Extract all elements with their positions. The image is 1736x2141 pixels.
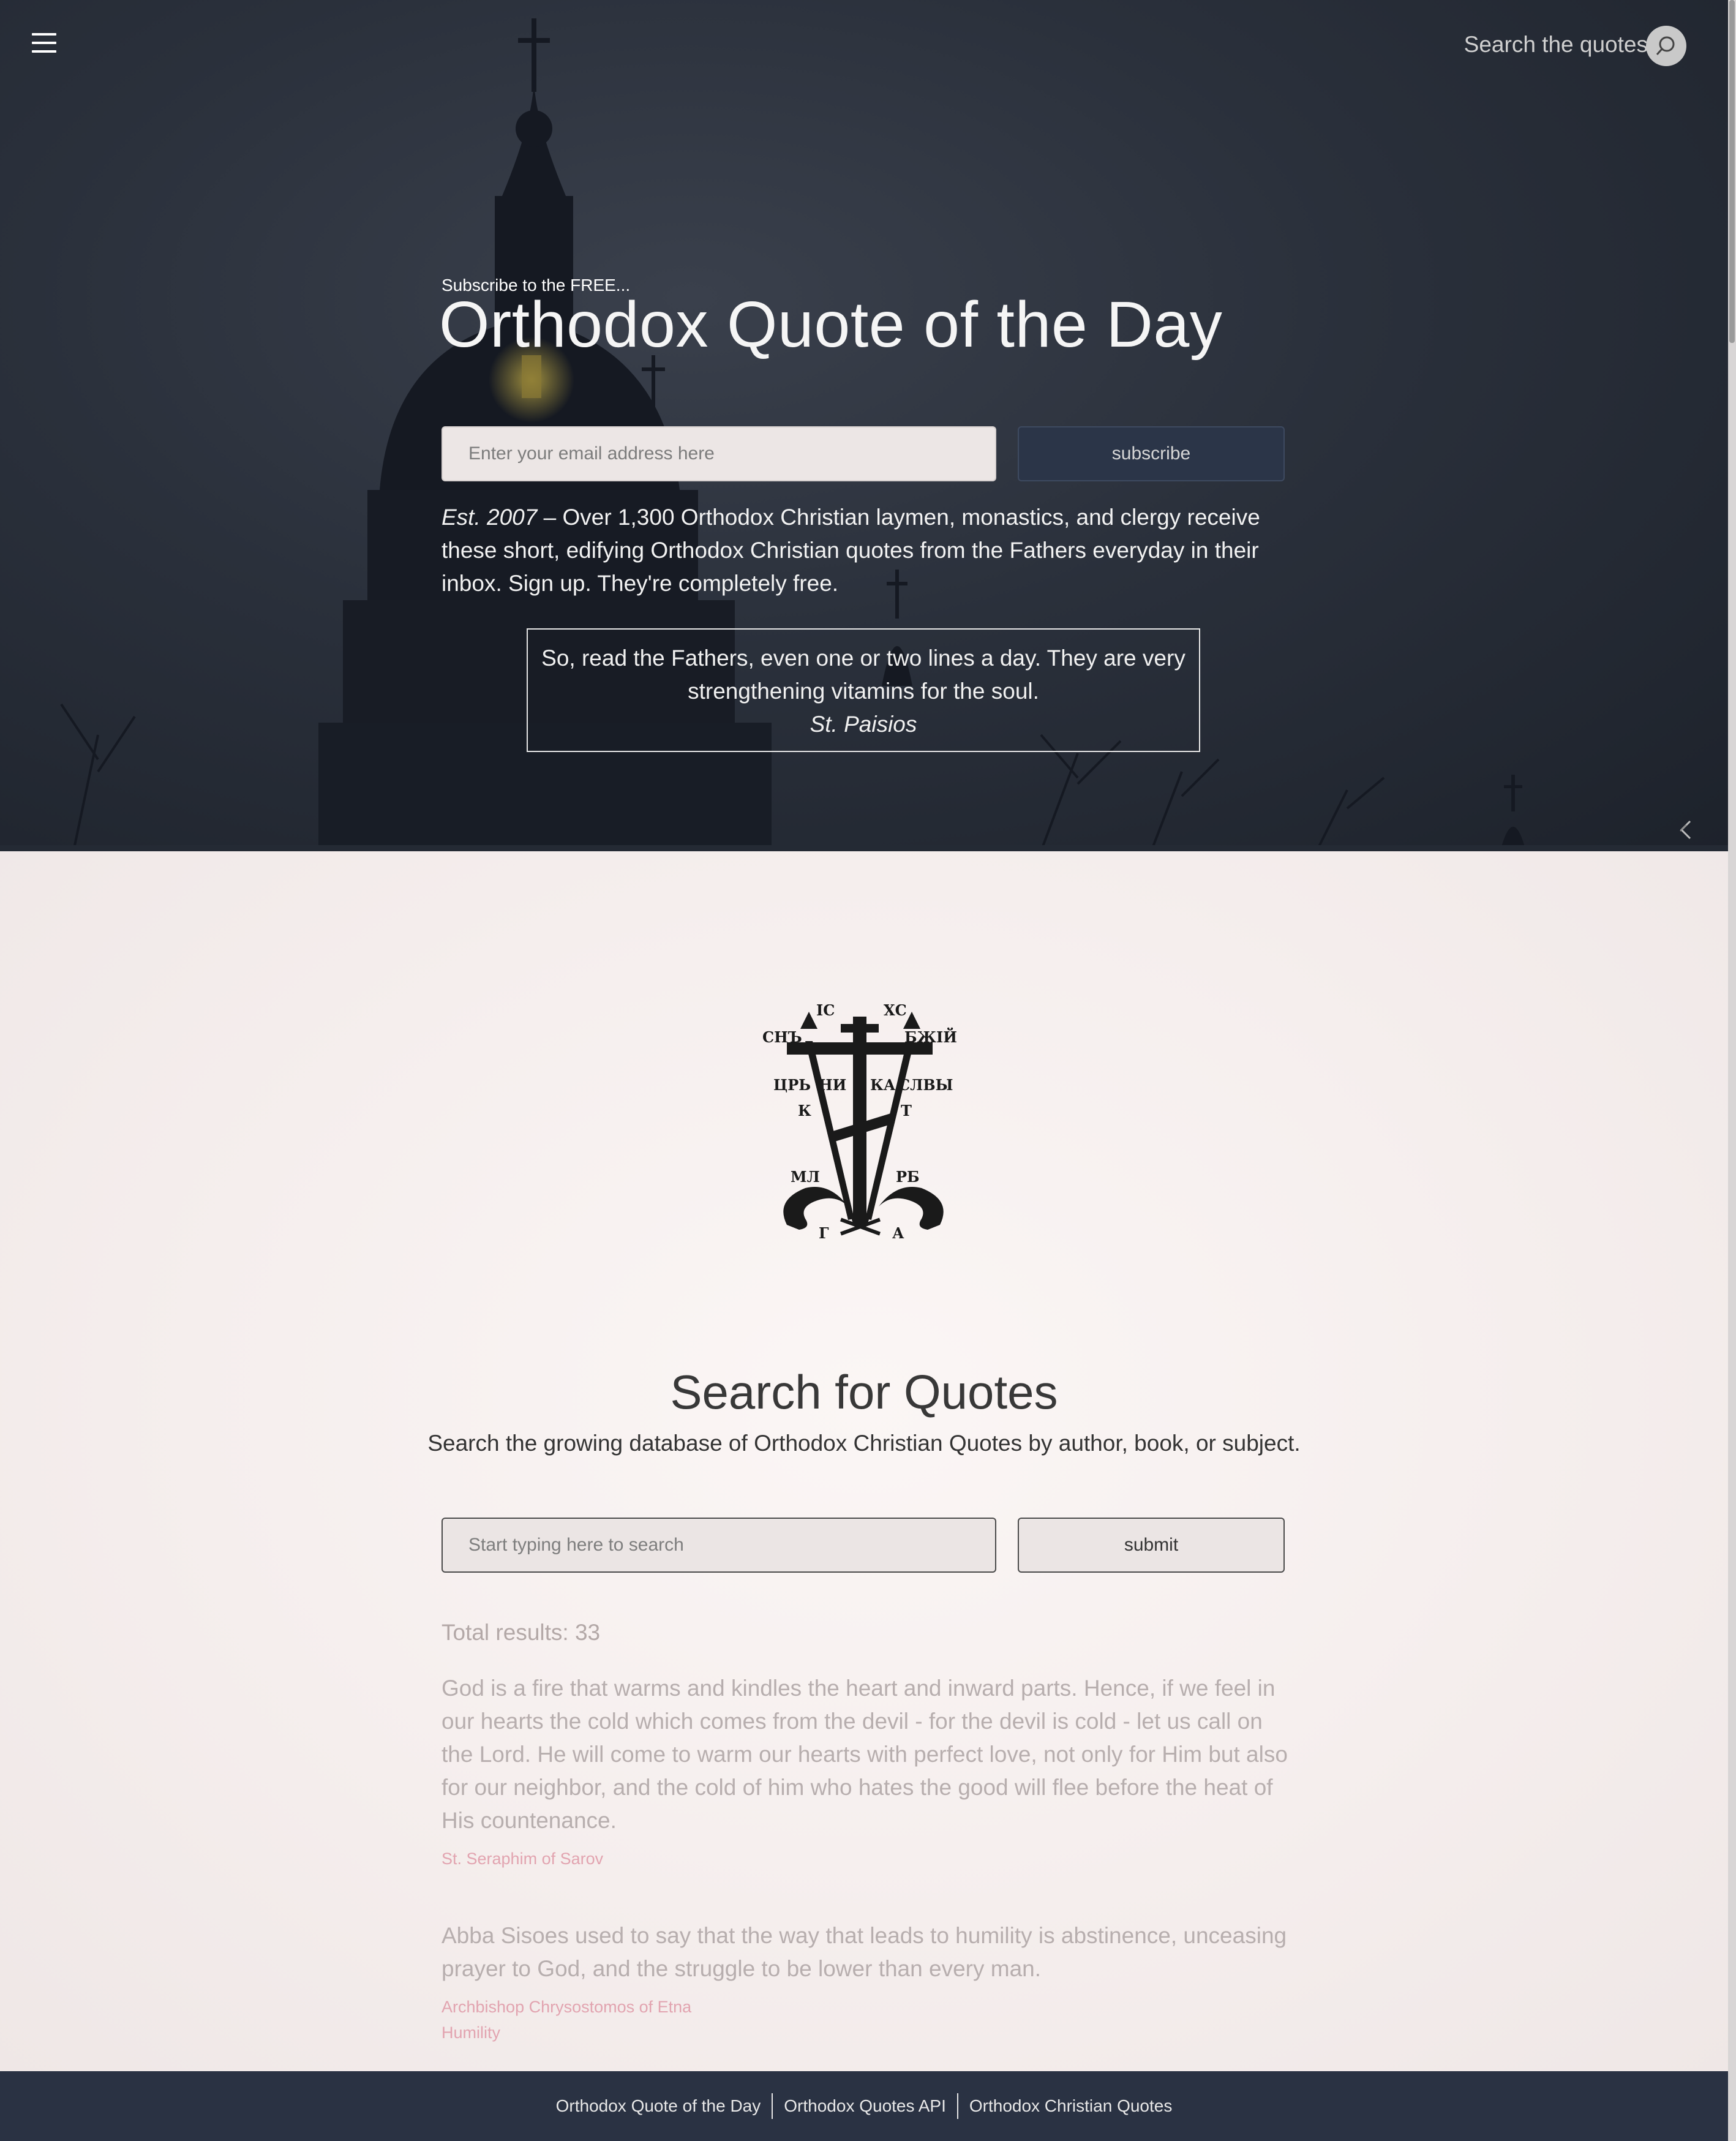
- scrollbar-thumb[interactable]: [1729, 0, 1735, 343]
- hamburger-menu-icon[interactable]: [32, 33, 56, 53]
- result-author-link[interactable]: Archbishop Chrysostomos of Etna: [442, 1994, 1293, 2020]
- scrollbar[interactable]: [1728, 0, 1736, 2141]
- result-subject-link[interactable]: Humility: [442, 2020, 1293, 2045]
- magnifier-icon[interactable]: [1646, 26, 1686, 66]
- intro-text: – Over 1,300 Orthodox Christian laymen, …: [442, 505, 1260, 596]
- total-results: Total results: 33: [442, 1620, 601, 1645]
- emblem-text-g: Г: [819, 1224, 829, 1242]
- emblem-text-ka: КА: [870, 1076, 896, 1094]
- featured-quote-box: So, read the Fathers, even one or two li…: [527, 628, 1200, 752]
- hero-bottom-edge: [0, 845, 1728, 851]
- search-subtitle: Search the growing database of Orthodox …: [427, 1431, 1301, 1456]
- emblem-text-t: Т: [901, 1102, 912, 1119]
- intro-paragraph: Est. 2007 – Over 1,300 Orthodox Christia…: [442, 501, 1293, 600]
- emblem-text-rb: РБ: [896, 1168, 920, 1186]
- est-label: Est. 2007: [442, 505, 538, 530]
- result-author-link[interactable]: St. Seraphim of Sarov: [442, 1846, 1293, 1872]
- emblem-text-god: БЖІЙ: [904, 1027, 957, 1046]
- footer: Orthodox Quote of the Day Orthodox Quote…: [0, 2071, 1728, 2141]
- result-item: Abba Sisoes used to say that the way tha…: [442, 1919, 1293, 2045]
- emblem-text-ml: МЛ: [791, 1168, 820, 1186]
- emblem-text-xc: ХС: [884, 1004, 907, 1019]
- search-quotes-link[interactable]: Search the quotes: [1464, 32, 1648, 58]
- email-field[interactable]: Enter your email address here: [442, 426, 996, 481]
- page-title: Orthodox Quote of the Day: [439, 288, 1223, 361]
- submit-button[interactable]: submit: [1018, 1518, 1285, 1573]
- emblem-text-ni: НИ: [819, 1076, 846, 1094]
- orthodox-cross-emblem: ІС ХС СНЪ БЖІЙ ЦРЬ НИ КА СЛВЫ К Т МЛ РБ …: [762, 1004, 957, 1242]
- search-heading: Search for Quotes: [670, 1365, 1058, 1419]
- featured-quote-author: St. Paisios: [810, 712, 917, 737]
- result-text: God is a fire that warms and kindles the…: [442, 1676, 1288, 1833]
- result-item: God is a fire that warms and kindles the…: [442, 1672, 1293, 1872]
- emblem-text-king: ЦРЬ: [773, 1076, 811, 1094]
- emblem-text-ic: ІС: [816, 1004, 835, 1019]
- emblem-text-k: К: [798, 1102, 811, 1119]
- footer-link-quote-of-the-day[interactable]: Orthodox Quote of the Day: [545, 2094, 772, 2118]
- emblem-text-a: А: [892, 1224, 904, 1242]
- hero-section: Search the quotes Subscribe to the FREE.…: [0, 0, 1728, 851]
- scroll-arrow-icon[interactable]: [1678, 819, 1694, 841]
- footer-link-christian-quotes[interactable]: Orthodox Christian Quotes: [958, 2094, 1184, 2118]
- footer-link-quotes-api[interactable]: Orthodox Quotes API: [773, 2094, 957, 2118]
- result-text: Abba Sisoes used to say that the way tha…: [442, 1923, 1287, 1981]
- emblem-text-son: СНЪ: [762, 1028, 802, 1046]
- emblem-text-glory: СЛВЫ: [898, 1076, 953, 1094]
- search-input[interactable]: Start typing here to search: [442, 1518, 996, 1573]
- featured-quote-text: So, read the Fathers, even one or two li…: [541, 645, 1186, 704]
- subscribe-button[interactable]: subscribe: [1018, 426, 1285, 481]
